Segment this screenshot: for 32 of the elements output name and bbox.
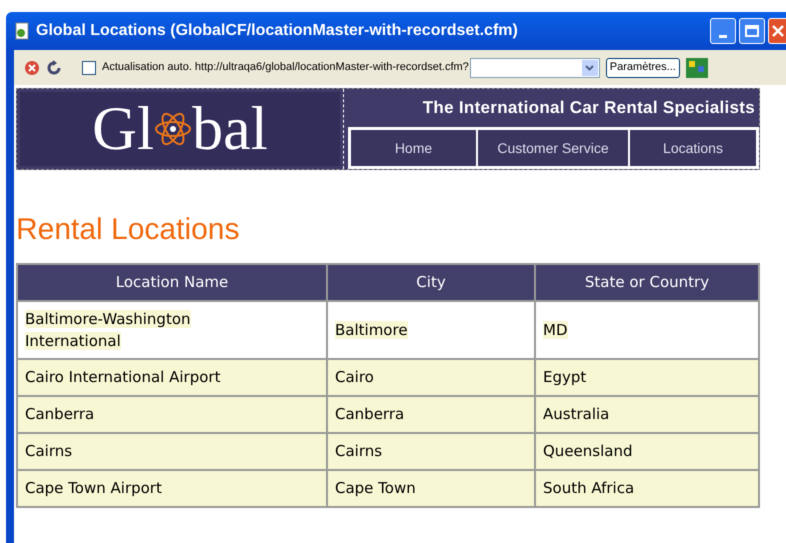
dropdown-field[interactable] [470, 58, 600, 78]
table-cell: Baltimore-Washington International [17, 301, 327, 359]
nav-link[interactable]: Customer Service [478, 130, 628, 166]
nav-link[interactable]: Locations [630, 130, 756, 166]
settings-button[interactable]: Paramètres... [606, 58, 680, 78]
table-cell: Cape Town [327, 470, 535, 507]
stop-icon[interactable] [24, 60, 40, 76]
maximize-button[interactable] [739, 18, 765, 44]
chevron-down-icon [585, 64, 594, 70]
table-row[interactable]: Cairo International Airport Cairo Egypt [17, 359, 759, 396]
column-header: State or Country [535, 264, 759, 301]
tagline: The International Car Rental Specialists [422, 97, 756, 119]
url-text: http://ultraqa6/global/locationMaster-with-recordset.cfm? [194, 60, 469, 76]
table-cell: South Africa [535, 470, 759, 507]
close-icon [772, 25, 784, 37]
nav-link[interactable]: Home [351, 130, 476, 166]
table-row[interactable]: Cape Town Airport Cape Town South Africa [17, 470, 759, 507]
minimize-button[interactable] [710, 18, 736, 44]
refresh-icon[interactable] [46, 60, 62, 76]
auto-refresh-label: Actualisation auto. [102, 60, 192, 76]
table-row[interactable]: Baltimore-Washington International Baltimore MD [17, 301, 759, 359]
table-cell: Cape Town Airport [17, 470, 327, 507]
table-row[interactable]: Cairns Cairns Queensland [17, 433, 759, 470]
document-icon [14, 22, 30, 40]
window-title: Global Locations (GlobalCF/locationMaster-with-recordset.cfm) [36, 21, 518, 41]
auto-refresh-checkbox[interactable] [82, 60, 96, 74]
column-header: Location Name [17, 264, 327, 301]
page-heading: Rental Locations [16, 215, 240, 245]
column-header: City [327, 264, 535, 301]
table-row[interactable]: Canberra Canberra Australia [17, 396, 759, 433]
close-button[interactable] [768, 18, 786, 44]
logo: Gl bal [20, 92, 340, 166]
